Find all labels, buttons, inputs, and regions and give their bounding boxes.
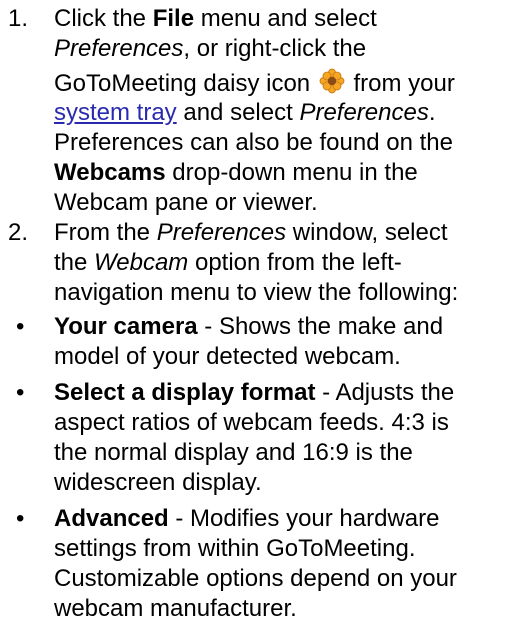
bullet-term: Select a display format bbox=[54, 379, 316, 406]
bullet-body: Advanced - Modifies your hardware settin… bbox=[54, 504, 508, 624]
step-text: drop-down menu in the bbox=[165, 159, 418, 186]
step-body: Click the File menu and select Preferenc… bbox=[54, 4, 508, 218]
preferences-term: Preferences bbox=[299, 99, 429, 126]
bullet-line: Customizable options depend on your bbox=[54, 565, 457, 592]
bullet-line: Advanced - Modifies your hardware bbox=[54, 504, 508, 534]
bullet-body: Select a display format - Adjusts the as… bbox=[54, 378, 508, 498]
step-text: from your bbox=[353, 70, 455, 97]
webcams-menu-term: Webcams bbox=[54, 159, 166, 186]
bullet-text: - Adjusts the bbox=[315, 379, 455, 406]
step-text: window, select bbox=[286, 219, 448, 246]
bullet-line: Select a display format - Adjusts the bbox=[54, 378, 508, 408]
file-menu-term: File bbox=[152, 5, 195, 32]
step-line: Click the File menu and select bbox=[54, 4, 508, 34]
bullet-term: Your camera bbox=[54, 313, 198, 340]
step-text: the bbox=[54, 249, 95, 276]
gotomeeting-daisy-icon bbox=[319, 67, 345, 94]
step-text: GoToMeeting daisy icon bbox=[54, 70, 311, 97]
step-text: From the bbox=[54, 219, 157, 246]
system-tray-link[interactable]: system tray bbox=[54, 99, 177, 126]
bullet-term: Advanced bbox=[54, 505, 169, 532]
bullet-line: the normal display and 16:9 is the bbox=[54, 439, 413, 466]
bullet-line: widescreen display. bbox=[54, 469, 262, 496]
bullet-body: Your camera - Shows the make and model o… bbox=[54, 312, 508, 372]
step-line: system tray and select Preferences. bbox=[54, 98, 508, 128]
preferences-term: Preferences bbox=[156, 219, 287, 246]
instructions-document: 1. Click the File menu and select Prefer… bbox=[0, 0, 512, 628]
bullet-line: aspect ratios of webcam feeds. 4:3 is bbox=[54, 409, 449, 436]
step-line: navigation menu to view the following: bbox=[54, 279, 459, 306]
bullet-text: - Shows the make and bbox=[197, 313, 444, 340]
step-text: , or right-click the bbox=[183, 35, 367, 62]
webcam-term: Webcam bbox=[94, 249, 189, 276]
bullet-marker: • bbox=[16, 379, 25, 406]
bullet-line: model of your detected webcam. bbox=[54, 343, 401, 370]
bullet-text: - Modifies your hardware bbox=[168, 505, 440, 532]
step-text: . bbox=[428, 99, 436, 126]
bullet-line: settings from within GoToMeeting. bbox=[54, 535, 416, 562]
step-line: Preferences, or right-click the bbox=[54, 34, 508, 64]
step-line: GoToMeeting daisy icon from your bbox=[54, 64, 508, 98]
step-text: Click the bbox=[54, 5, 153, 32]
step-line: From the Preferences window, select bbox=[54, 218, 508, 248]
preferences-term: Preferences bbox=[54, 35, 184, 62]
bullet-marker: • bbox=[16, 505, 25, 532]
step-text: menu and select bbox=[194, 5, 377, 32]
step-number: 1. bbox=[8, 5, 29, 32]
bullet-line: webcam manufacturer. bbox=[54, 595, 297, 622]
step-line: the Webcam option from the left- bbox=[54, 248, 508, 278]
step-text: and select bbox=[176, 99, 300, 126]
step-line: Preferences can also be found on the bbox=[54, 129, 453, 156]
step-body: From the Preferences window, select the … bbox=[54, 218, 508, 308]
bullet-line: Your camera - Shows the make and bbox=[54, 312, 508, 342]
bullet-marker: • bbox=[16, 313, 25, 340]
step-number: 2. bbox=[8, 219, 29, 246]
step-line: Webcams drop-down menu in the bbox=[54, 158, 508, 188]
step-text: option from the left- bbox=[188, 249, 402, 276]
step-line: Webcam pane or viewer. bbox=[54, 189, 318, 216]
